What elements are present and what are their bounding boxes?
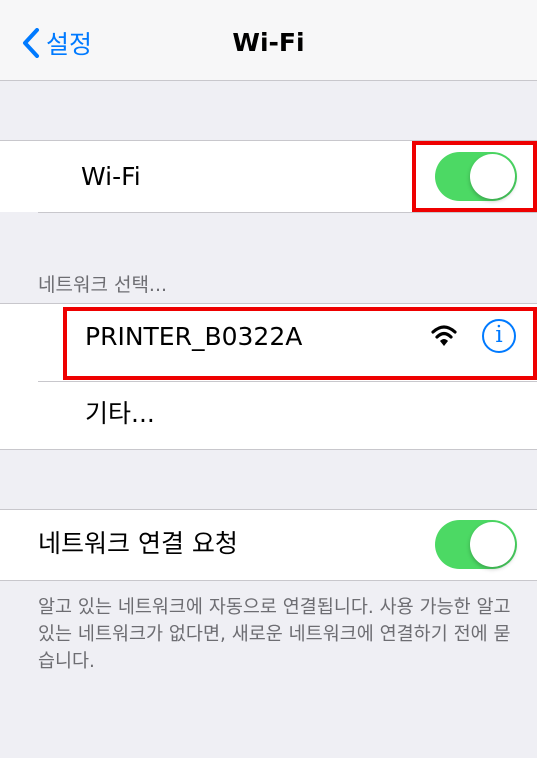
ask-to-join-toggle[interactable] xyxy=(435,520,517,569)
section-header-choose-network: 네트워크 선택... xyxy=(38,274,168,296)
ask-to-join-footer: 알고 있는 네트워크에 자동으로 연결됩니다. 사용 가능한 알고 있는 네트워… xyxy=(38,597,511,672)
wifi-toggle-switch[interactable] xyxy=(435,152,517,201)
wifi-toggle-label: Wi-Fi xyxy=(81,162,141,191)
divider xyxy=(0,509,537,510)
navigation-bar: 설정 Wi-Fi xyxy=(0,0,537,81)
ask-to-join-label: 네트워크 연결 요청 xyxy=(38,529,238,558)
other-network-item[interactable]: 기타... xyxy=(85,397,155,431)
divider xyxy=(0,140,537,141)
divider xyxy=(38,212,537,213)
divider xyxy=(0,449,537,450)
page-title: Wi-Fi xyxy=(232,28,305,57)
wifi-signal-icon xyxy=(431,325,457,346)
toggle-knob xyxy=(470,154,515,199)
info-icon[interactable]: i xyxy=(482,319,516,353)
divider xyxy=(0,580,537,581)
network-name[interactable]: PRINTER_B0322A xyxy=(85,320,302,354)
divider xyxy=(38,381,537,382)
toggle-knob xyxy=(470,522,515,567)
divider xyxy=(0,303,537,304)
